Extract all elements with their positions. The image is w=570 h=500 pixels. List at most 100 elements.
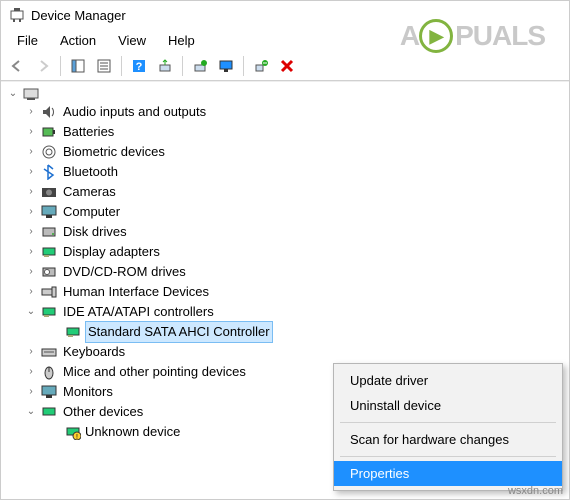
disk-icon: [41, 224, 57, 240]
mouse-icon: [41, 364, 57, 380]
biometric-icon: [41, 144, 57, 160]
dvd-icon: [41, 264, 57, 280]
tree-node-cameras[interactable]: › Cameras: [7, 182, 569, 202]
separator: [340, 422, 556, 423]
chevron-right-icon[interactable]: ›: [25, 166, 37, 178]
node-label: IDE ATA/ATAPI controllers: [61, 302, 216, 322]
watermark-a: A: [400, 20, 419, 52]
unknown-device-icon: !: [65, 424, 81, 440]
context-menu: Update driver Uninstall device Scan for …: [333, 363, 563, 491]
monitor-button[interactable]: [214, 55, 238, 77]
tree-root[interactable]: ⌄: [7, 86, 569, 102]
forward-button[interactable]: [31, 55, 55, 77]
update-button[interactable]: [188, 55, 212, 77]
chevron-right-icon[interactable]: ›: [25, 386, 37, 398]
node-label: DVD/CD-ROM drives: [61, 262, 188, 282]
hid-icon: [41, 284, 57, 300]
watermark: A ▶ PUALS: [400, 19, 545, 53]
node-label: Mice and other pointing devices: [61, 362, 248, 382]
tree-node-display[interactable]: › Display adapters: [7, 242, 569, 262]
menu-file[interactable]: File: [7, 31, 48, 50]
window-title: Device Manager: [31, 8, 126, 23]
chevron-right-icon[interactable]: ›: [25, 246, 37, 258]
node-label: Other devices: [61, 402, 145, 422]
separator: [182, 56, 183, 76]
source-text: wsxdn.com: [508, 485, 563, 497]
remove-button[interactable]: [275, 55, 299, 77]
controller-icon: [41, 304, 57, 320]
tree-node-biometric[interactable]: › Biometric devices: [7, 142, 569, 162]
scan-button[interactable]: [153, 55, 177, 77]
ctx-scan-hardware[interactable]: Scan for hardware changes: [334, 427, 562, 452]
props-button[interactable]: [92, 55, 116, 77]
battery-icon: [41, 124, 57, 140]
tree-node-keyboards[interactable]: › Keyboards: [7, 342, 569, 362]
chevron-right-icon[interactable]: ›: [25, 346, 37, 358]
chevron-right-icon[interactable]: ›: [25, 146, 37, 158]
computer-icon: [23, 86, 39, 102]
chevron-down-icon[interactable]: ⌄: [25, 306, 37, 318]
node-label: Display adapters: [61, 242, 162, 262]
toolbar: ?: [1, 52, 569, 81]
menu-action[interactable]: Action: [50, 31, 106, 50]
chevron-right-icon[interactable]: ›: [25, 286, 37, 298]
chevron-right-icon[interactable]: ›: [25, 186, 37, 198]
tree-node-computer[interactable]: › Computer: [7, 202, 569, 222]
tree-node-bluetooth[interactable]: › Bluetooth: [7, 162, 569, 182]
display-adapter-icon: [41, 244, 57, 260]
audio-icon: [41, 104, 57, 120]
ctx-properties[interactable]: Properties: [334, 461, 562, 486]
separator: [340, 456, 556, 457]
show-tree-button[interactable]: [66, 55, 90, 77]
node-label: Batteries: [61, 122, 116, 142]
menu-view[interactable]: View: [108, 31, 156, 50]
node-label: Human Interface Devices: [61, 282, 211, 302]
app-icon: [9, 7, 25, 23]
chevron-down-icon[interactable]: ⌄: [7, 88, 19, 100]
camera-icon: [41, 184, 57, 200]
svg-text:!: !: [76, 434, 78, 440]
node-label: Monitors: [61, 382, 115, 402]
node-label: Biometric devices: [61, 142, 167, 162]
ctx-uninstall-device[interactable]: Uninstall device: [334, 393, 562, 418]
tree-node-disk[interactable]: › Disk drives: [7, 222, 569, 242]
chevron-right-icon[interactable]: ›: [25, 366, 37, 378]
chevron-right-icon[interactable]: ›: [25, 266, 37, 278]
ctx-update-driver[interactable]: Update driver: [334, 368, 562, 393]
separator: [60, 56, 61, 76]
chevron-down-icon[interactable]: ⌄: [25, 406, 37, 418]
node-label: Computer: [61, 202, 122, 222]
node-label: Cameras: [61, 182, 118, 202]
chevron-right-icon[interactable]: ›: [25, 106, 37, 118]
chevron-right-icon[interactable]: ›: [25, 206, 37, 218]
back-button[interactable]: [5, 55, 29, 77]
chevron-right-icon[interactable]: ›: [25, 226, 37, 238]
bluetooth-icon: [41, 164, 57, 180]
node-label: Keyboards: [61, 342, 127, 362]
tree-node-dvd[interactable]: › DVD/CD-ROM drives: [7, 262, 569, 282]
child-label: Standard SATA AHCI Controller: [85, 321, 273, 343]
tree-node-audio[interactable]: › Audio inputs and outputs: [7, 102, 569, 122]
tree-node-hid[interactable]: › Human Interface Devices: [7, 282, 569, 302]
node-label: Disk drives: [61, 222, 129, 242]
node-label: Audio inputs and outputs: [61, 102, 208, 122]
chevron-right-icon[interactable]: ›: [25, 126, 37, 138]
tree-node-ide[interactable]: ⌄ IDE ATA/ATAPI controllers: [7, 302, 569, 322]
svg-text:?: ?: [136, 61, 143, 73]
tree-node-batteries[interactable]: › Batteries: [7, 122, 569, 142]
help-button[interactable]: ?: [127, 55, 151, 77]
separator: [121, 56, 122, 76]
tree-child-sata[interactable]: Standard SATA AHCI Controller: [7, 322, 569, 342]
separator: [243, 56, 244, 76]
monitor-icon: [41, 384, 57, 400]
menu-help[interactable]: Help: [158, 31, 205, 50]
child-label: Unknown device: [85, 422, 180, 442]
computer-icon: [41, 204, 57, 220]
watermark-text: PUALS: [455, 20, 545, 52]
keyboard-icon: [41, 344, 57, 360]
controller-icon: [65, 324, 81, 340]
uninstall-button[interactable]: [249, 55, 273, 77]
logo-icon: ▶: [419, 19, 453, 53]
other-icon: [41, 404, 57, 420]
node-label: Bluetooth: [61, 162, 120, 182]
